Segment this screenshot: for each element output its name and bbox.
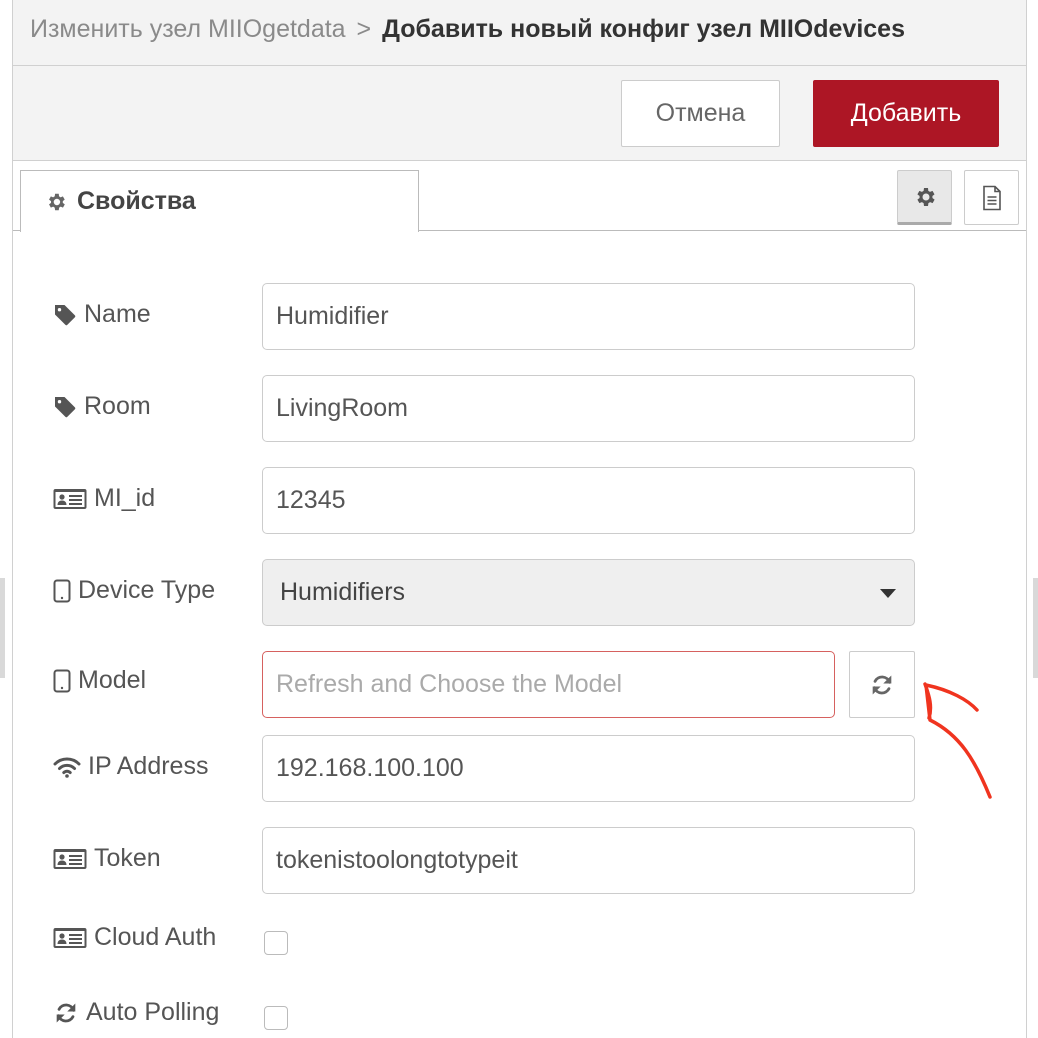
tab-bar: Свойства: [13, 161, 1026, 232]
mi-id-input[interactable]: [262, 467, 915, 534]
token-label: Token: [53, 844, 161, 873]
id-card-icon: [53, 927, 87, 948]
id-card-icon: [53, 488, 87, 509]
ip-address-input[interactable]: [262, 735, 915, 802]
gear-icon: [916, 187, 935, 206]
mi-id-label-text: MI_id: [94, 484, 156, 512]
add-button[interactable]: Добавить: [813, 80, 999, 147]
refresh-icon: [872, 674, 892, 695]
gear-icon: [49, 193, 65, 210]
auto-polling-label: Auto Polling: [53, 998, 219, 1027]
tablet-icon: [53, 579, 71, 602]
cancel-button[interactable]: Отмена: [621, 80, 780, 147]
ip-address-label: IP Address: [53, 752, 208, 781]
mi-id-label: MI_id: [53, 484, 155, 513]
tablet-icon: [53, 669, 71, 692]
model-label: Model: [53, 666, 146, 695]
name-label: Name: [53, 300, 151, 329]
tab-properties-label: Свойства: [77, 187, 196, 215]
chevron-down-icon: [880, 589, 896, 598]
node-properties-tool-button[interactable]: [897, 170, 952, 225]
model-input[interactable]: [262, 651, 835, 718]
breadcrumb-current: Добавить новый конфиг узел MIIOdevices: [382, 15, 905, 43]
breadcrumb-separator: >: [356, 15, 372, 43]
tab-properties[interactable]: Свойства: [20, 170, 419, 232]
name-label-text: Name: [84, 300, 151, 328]
device-type-label-text: Device Type: [78, 576, 216, 604]
document-icon: [982, 185, 1001, 210]
room-input[interactable]: [262, 375, 915, 442]
token-input[interactable]: [262, 827, 915, 894]
token-label-text: Token: [94, 844, 161, 872]
device-type-select[interactable]: Humidifiers: [262, 559, 915, 626]
wifi-icon: [53, 757, 81, 778]
name-input[interactable]: [262, 283, 915, 350]
auto-polling-checkbox[interactable]: [264, 1006, 288, 1030]
room-label: Room: [53, 392, 151, 421]
node-description-tool-button[interactable]: [964, 170, 1019, 225]
tray-toolbar: Отмена Добавить: [13, 66, 1026, 161]
tag-icon: [55, 396, 76, 417]
cloud-auth-checkbox[interactable]: [264, 931, 288, 955]
breadcrumb-previous[interactable]: Изменить узел MIIOgetdata: [30, 15, 346, 43]
ip-address-label-text: IP Address: [88, 752, 209, 780]
breadcrumb: Изменить узел MIIOgetdata > Добавить нов…: [30, 15, 905, 44]
room-label-text: Room: [84, 392, 151, 420]
edit-tray: Изменить узел MIIOgetdata > Добавить нов…: [12, 0, 1027, 1038]
id-card-icon: [53, 848, 87, 869]
cloud-auth-label: Cloud Auth: [53, 923, 216, 952]
cloud-auth-label-text: Cloud Auth: [94, 923, 217, 951]
device-type-selected-value: Humidifiers: [280, 578, 406, 606]
auto-polling-label-text: Auto Polling: [86, 998, 220, 1026]
tag-icon: [55, 304, 76, 325]
refresh-icon: [56, 1002, 76, 1023]
model-label-text: Model: [78, 666, 147, 694]
left-resize-grip[interactable]: [0, 578, 5, 678]
device-type-label: Device Type: [53, 576, 215, 605]
right-resize-grip[interactable]: [1033, 578, 1038, 678]
tray-header: Изменить узел MIIOgetdata > Добавить нов…: [13, 0, 1026, 66]
model-refresh-button[interactable]: [849, 651, 915, 718]
